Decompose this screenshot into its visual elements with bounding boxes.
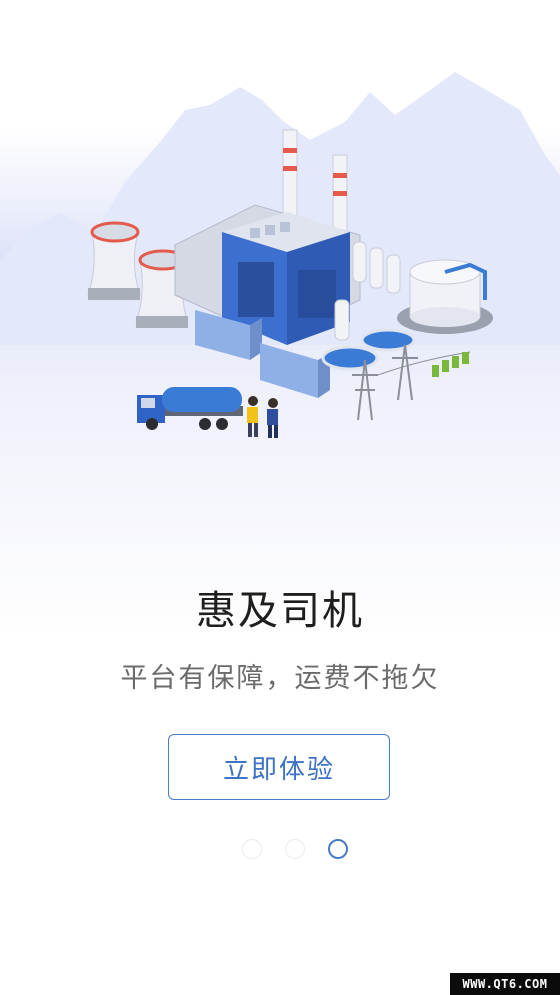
handshake-people-icon xyxy=(247,396,278,438)
page-indicator-dot-2 xyxy=(285,839,305,859)
watermark-text: WWW.QT6.COM xyxy=(450,973,560,995)
start-now-button[interactable]: 立即体验 xyxy=(168,734,390,800)
cooling-tower-icon xyxy=(87,221,141,300)
storage-tank-icon xyxy=(397,259,493,334)
page-title: 惠及司机 xyxy=(196,588,364,634)
page-indicator-dot-1 xyxy=(242,839,262,859)
page-indicator-dot-3-active xyxy=(328,839,348,859)
industrial-plant-illustration xyxy=(87,129,493,438)
page-subtitle: 平台有保障，运费不拖欠 xyxy=(120,663,440,694)
tanker-truck-icon xyxy=(137,387,243,430)
